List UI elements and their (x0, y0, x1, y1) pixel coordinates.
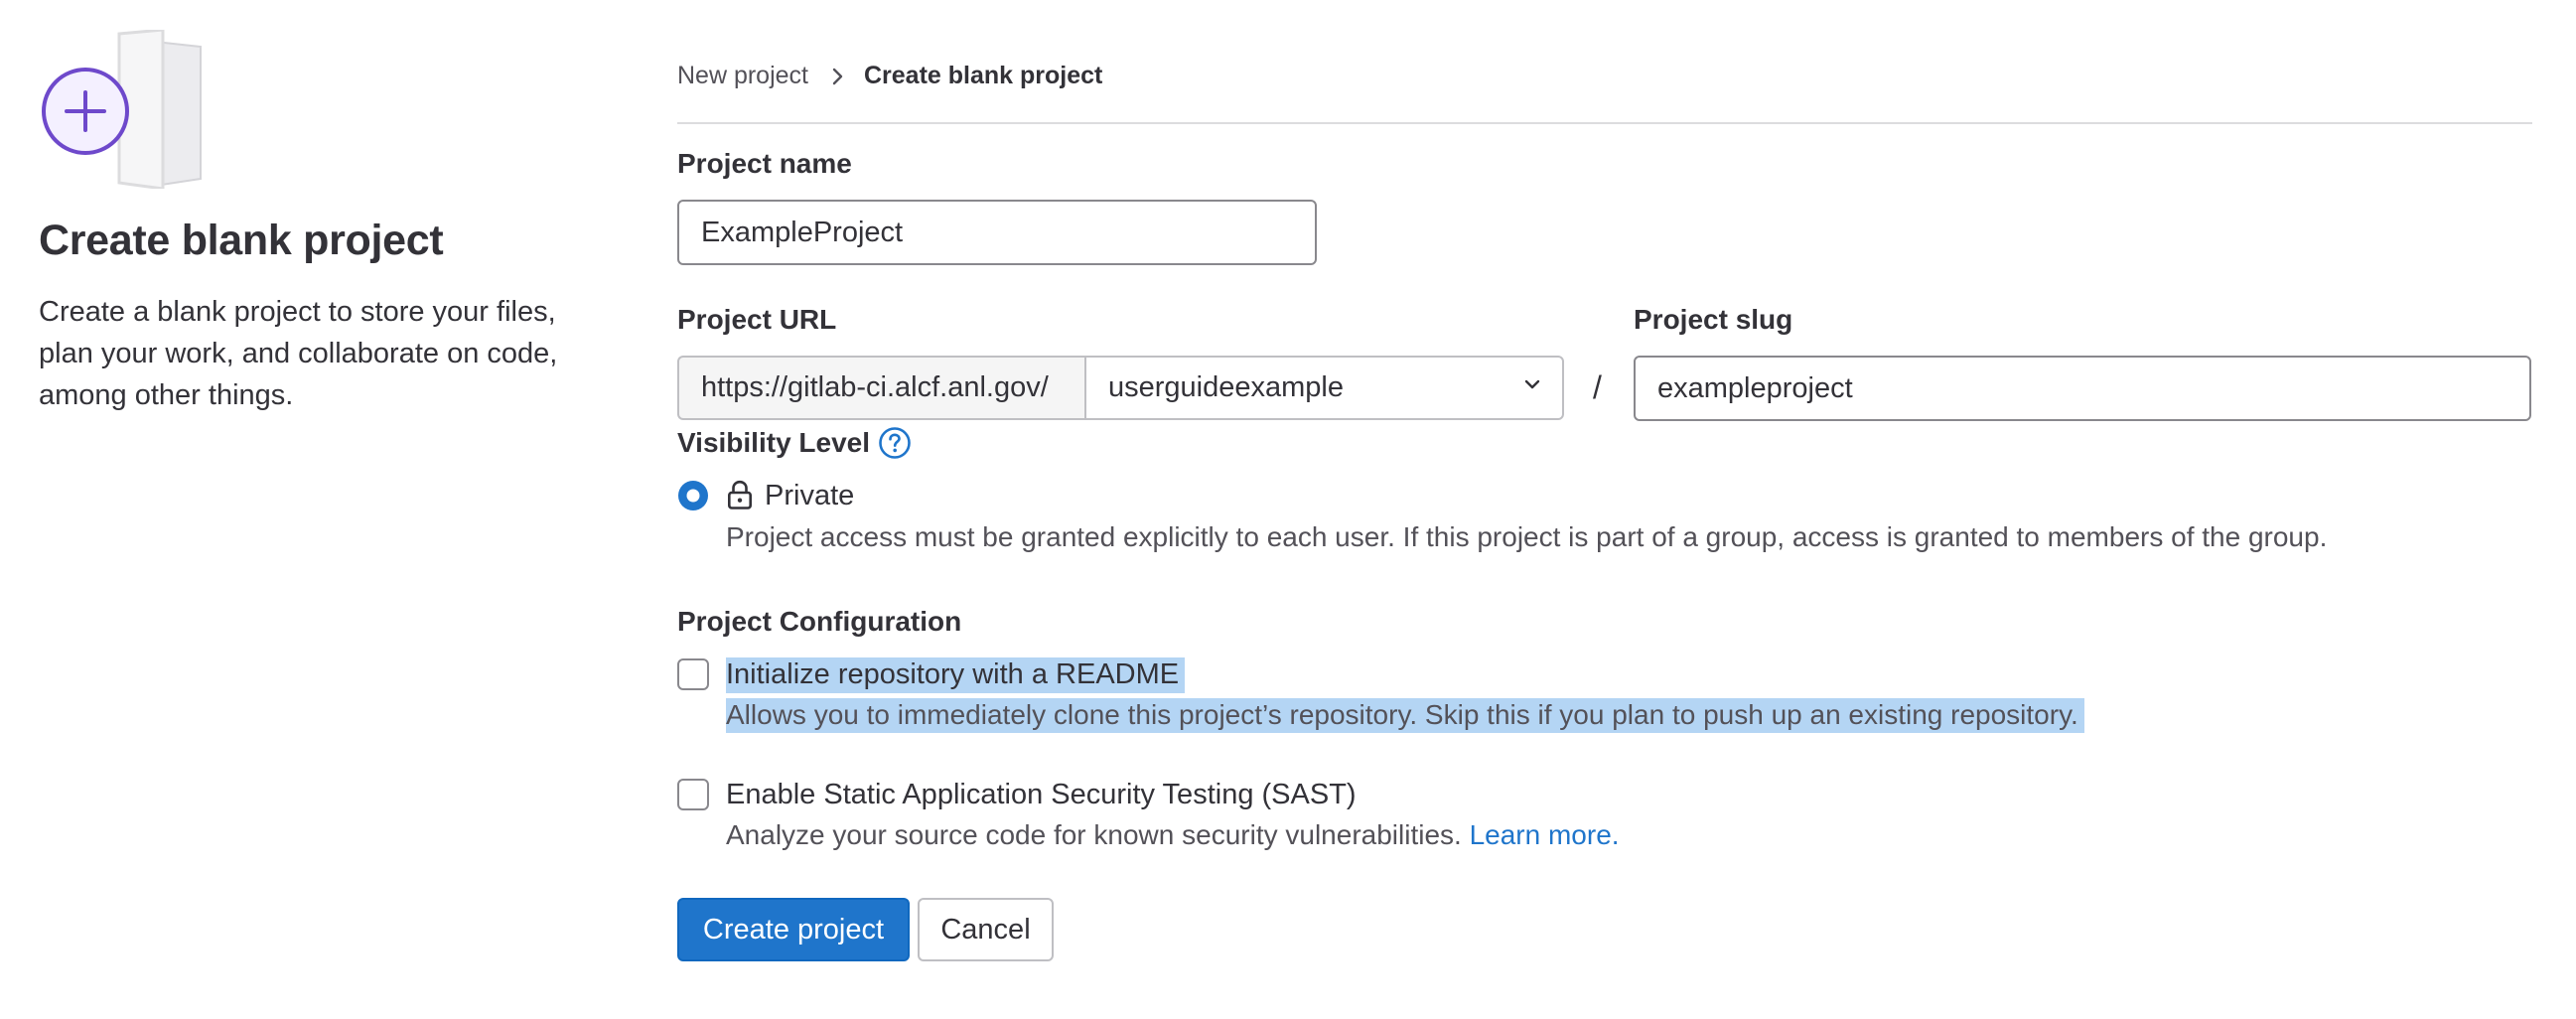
sast-help-text-content: Analyze your source code for known secur… (726, 819, 1462, 850)
visibility-private-radio[interactable] (677, 480, 709, 511)
sast-checkbox[interactable] (677, 779, 709, 810)
divider (677, 122, 2532, 124)
visibility-help-text: Project access must be granted explicitl… (726, 521, 2328, 552)
cancel-button[interactable]: Cancel (918, 898, 1054, 961)
chevron-down-icon (1520, 371, 1544, 404)
readme-checkbox[interactable] (677, 658, 709, 690)
visibility-label: Visibility Level (677, 427, 871, 458)
readme-help-text: Allows you to immediately clone this pro… (726, 698, 2084, 733)
project-slug-value: exampleproject (1657, 371, 1853, 404)
project-configuration-label: Project Configuration (677, 606, 962, 637)
question-circle-icon[interactable] (878, 426, 912, 460)
sast-label[interactable]: Enable Static Application Security Testi… (726, 779, 1357, 811)
page-title: Create blank project (39, 217, 444, 264)
visibility-private-label[interactable]: Private (765, 480, 854, 512)
breadcrumb: New project Create blank project (677, 62, 1102, 90)
breadcrumb-new-project[interactable]: New project (677, 62, 808, 90)
project-name-value: ExampleProject (701, 216, 904, 248)
project-slug-label: Project slug (1634, 304, 1793, 335)
readme-label-text: Initialize repository with a README (726, 657, 1186, 693)
create-project-button[interactable]: Create project (677, 898, 910, 961)
project-slug-input[interactable]: exampleproject (1634, 356, 2531, 421)
learn-more-link[interactable]: Learn more. (1470, 819, 1620, 850)
project-url-group: https://gitlab-ci.alcf.anl.gov/ userguid… (677, 356, 1564, 420)
url-separator: / (1593, 369, 1602, 405)
project-url-label: Project URL (677, 304, 837, 335)
project-name-input[interactable]: ExampleProject (677, 200, 1317, 265)
readme-label[interactable]: Initialize repository with a README (726, 657, 1186, 693)
breadcrumb-current: Create blank project (864, 62, 1103, 89)
readme-help-text-content: Allows you to immediately clone this pro… (726, 698, 2084, 733)
namespace-select[interactable]: userguideexample (1084, 356, 1564, 420)
new-project-illustration (38, 28, 207, 191)
project-name-label: Project name (677, 148, 852, 179)
namespace-value: userguideexample (1108, 371, 1344, 403)
lock-icon (726, 479, 754, 510)
chevron-right-icon (826, 66, 848, 87)
sast-help-text: Analyze your source code for known secur… (726, 819, 1620, 851)
page-description: Create a blank project to store your fil… (39, 296, 558, 411)
url-prefix: https://gitlab-ci.alcf.anl.gov/ (677, 356, 1084, 420)
